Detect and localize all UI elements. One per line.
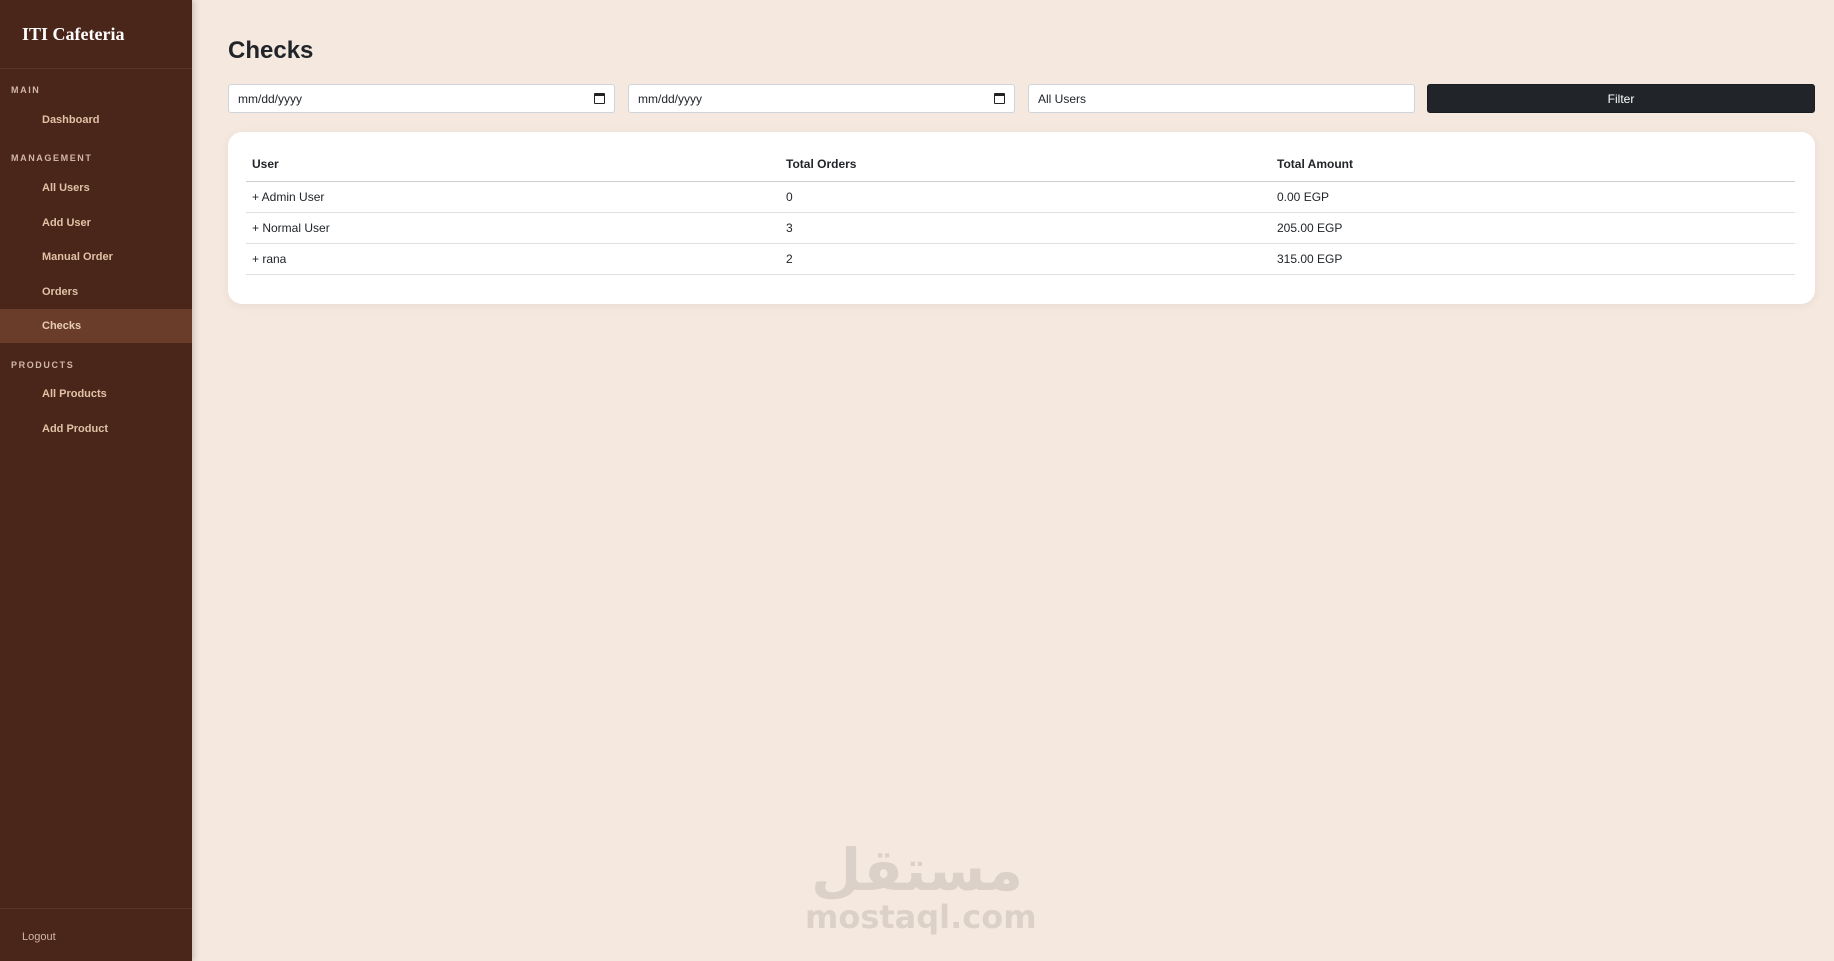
sidebar-item-orders[interactable]: Orders	[0, 275, 192, 309]
date-from-placeholder: mm/dd/yyyy	[238, 91, 303, 106]
user-cell[interactable]: + Normal User	[246, 212, 780, 244]
sidebar-item-checks[interactable]: Checks	[0, 309, 192, 343]
calendar-icon[interactable]	[994, 93, 1005, 104]
section-title-main: MAIN	[11, 85, 41, 95]
amount-cell: 315.00 EGP	[1271, 243, 1795, 275]
sidebar-item-add-product[interactable]: Add Product	[0, 412, 192, 446]
brand-divider	[0, 68, 192, 69]
amount-cell: 205.00 EGP	[1271, 212, 1795, 244]
table-row[interactable]: + Admin User 0 0.00 EGP	[246, 181, 1795, 213]
checks-table-card: User Total Orders Total Amount + Admin U…	[228, 132, 1815, 304]
column-header-user: User	[246, 148, 780, 182]
sidebar-item-all-users[interactable]: All Users	[0, 171, 192, 205]
checks-table: User Total Orders Total Amount + Admin U…	[246, 148, 1795, 275]
page-title: Checks	[228, 37, 314, 64]
watermark-arabic: مستقل	[810, 836, 1024, 904]
user-select[interactable]: All Users	[1028, 84, 1415, 113]
amount-cell: 0.00 EGP	[1271, 181, 1795, 213]
orders-cell: 2	[780, 243, 1271, 275]
user-cell[interactable]: + rana	[246, 243, 780, 275]
logout-link[interactable]: Logout	[22, 931, 56, 943]
sidebar: ITI Cafeteria MAIN Dashboard MANAGEMENT …	[0, 0, 192, 961]
brand-title: ITI Cafeteria	[22, 24, 125, 44]
table-row[interactable]: + rana 2 315.00 EGP	[246, 243, 1795, 275]
watermark: مستقل mostaql.com	[805, 836, 1037, 936]
date-to-input[interactable]: mm/dd/yyyy	[628, 84, 1015, 113]
user-cell[interactable]: + Admin User	[246, 181, 780, 213]
table-row[interactable]: + Normal User 3 205.00 EGP	[246, 212, 1795, 244]
sidebar-item-manual-order[interactable]: Manual Order	[0, 240, 192, 274]
logout-divider	[0, 908, 192, 909]
section-title-products: PRODUCTS	[11, 360, 75, 370]
sidebar-item-dashboard[interactable]: Dashboard	[0, 103, 192, 137]
sidebar-item-all-products[interactable]: All Products	[0, 377, 192, 411]
column-header-total-amount: Total Amount	[1271, 148, 1795, 182]
user-select-value: All Users	[1038, 91, 1087, 106]
orders-cell: 0	[780, 181, 1271, 213]
filter-button[interactable]: Filter	[1427, 84, 1815, 113]
calendar-icon[interactable]	[594, 93, 605, 104]
date-to-placeholder: mm/dd/yyyy	[638, 91, 703, 106]
column-header-total-orders: Total Orders	[780, 148, 1271, 182]
watermark-latin: mostaql.com	[805, 898, 1037, 936]
section-title-management: MANAGEMENT	[11, 153, 93, 163]
sidebar-item-add-user[interactable]: Add User	[0, 206, 192, 240]
orders-cell: 3	[780, 212, 1271, 244]
table-header-row: User Total Orders Total Amount	[246, 148, 1795, 182]
date-from-input[interactable]: mm/dd/yyyy	[228, 84, 615, 113]
